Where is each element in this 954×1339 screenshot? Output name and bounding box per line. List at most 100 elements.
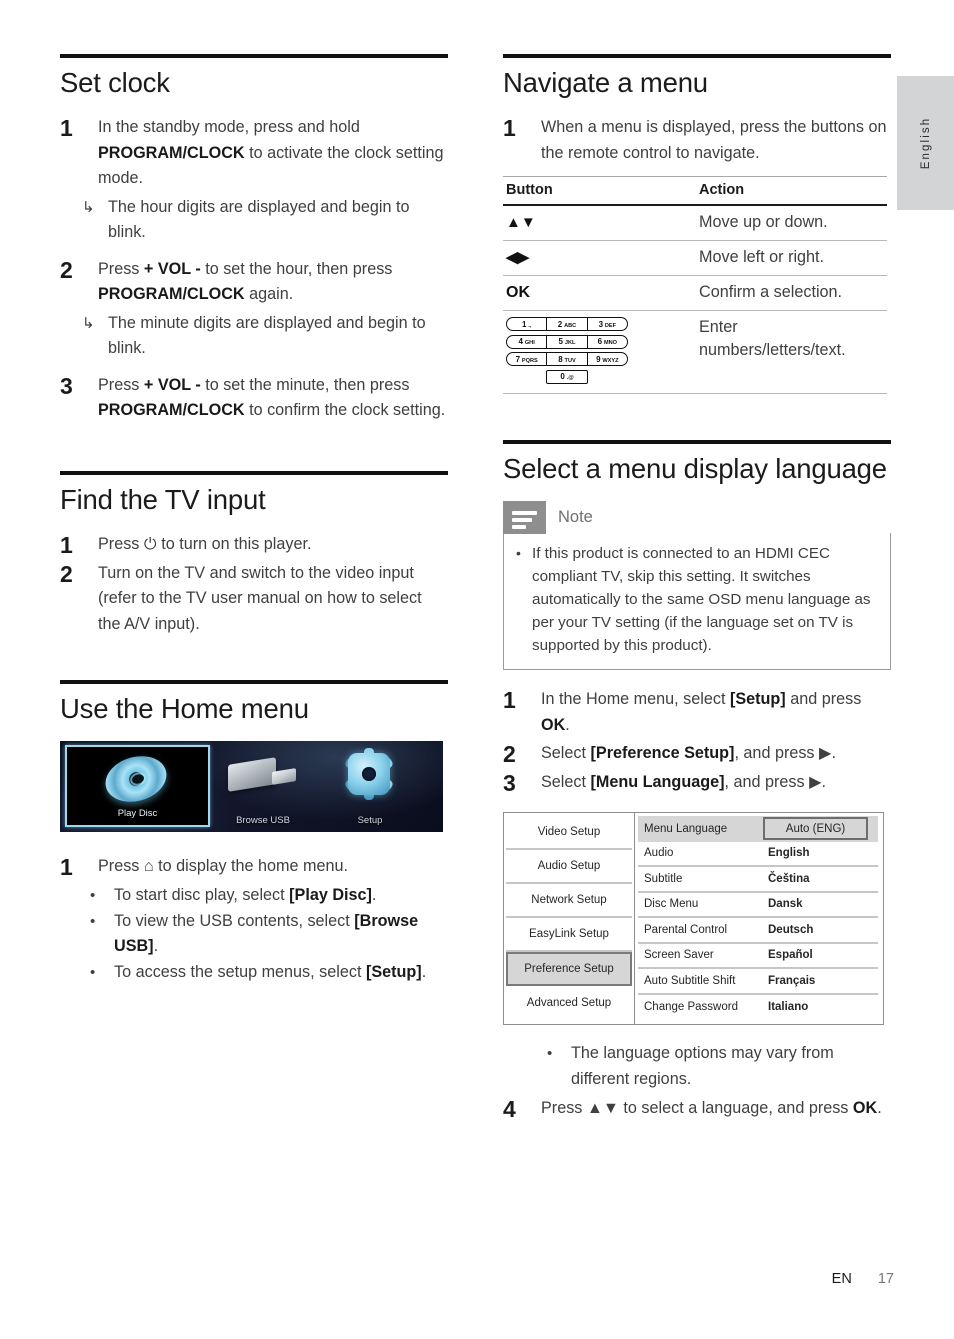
step-text: When a menu is displayed, press the butt… <box>541 118 887 162</box>
table-cell-action: Enter numbers/letters/text. <box>696 310 887 394</box>
step-item: 3 Press + VOL - to set the minute, then … <box>60 373 448 424</box>
footer-language-code: EN <box>831 1271 852 1287</box>
note-icon-line <box>512 511 537 515</box>
setup-option-row[interactable]: Parental Control Deutsch <box>638 918 878 944</box>
setup-option-name: Audio <box>644 847 674 860</box>
setup-option-name: Disc Menu <box>644 898 699 911</box>
section-rule <box>503 440 891 444</box>
step-number: 2 <box>60 256 73 283</box>
table-cell-action: Move left or right. <box>696 240 887 276</box>
step-item: 1 Press ⌂ to display the home menu. <box>60 854 448 880</box>
keypad-key: 2 ABC <box>547 318 588 330</box>
setup-option-value: Dansk <box>768 898 803 911</box>
page-title-find-tv-input: Find the TV input <box>60 483 266 515</box>
keypad-row: 7 PQRS 8 TUV 9 WXYZ <box>506 352 628 366</box>
step-item: 2 Select [Preference Setup], and press ▶… <box>503 741 891 767</box>
step-text: Press ▲▼ to select a language, and press… <box>541 1099 882 1117</box>
table-row: ◀▶ Move left or right. <box>503 240 887 276</box>
step-text: Turn on the TV and switch to the video i… <box>98 563 422 633</box>
page-title-set-clock: Set clock <box>60 67 170 98</box>
note-body: • If this product is connected to an HDM… <box>503 533 891 670</box>
setup-menu-item[interactable]: EasyLink Setup <box>506 918 632 952</box>
setup-left-menu: Video Setup Audio Setup Network Setup EasyL… <box>504 813 635 1024</box>
keypad-key: 3 DEF <box>598 319 617 329</box>
setup-option-row[interactable]: Change Password Italiano <box>638 995 878 1021</box>
setup-option-row[interactable]: Screen Saver Español <box>638 944 878 969</box>
step-item: 1 In the Home menu, select [Setup] and p… <box>503 687 891 738</box>
sub-arrow-item: ↳ The hour digits are displayed and begi… <box>60 195 448 246</box>
setup-option-row[interactable]: Menu Language Auto (ENG) <box>638 816 878 842</box>
setup-option-name: Auto Subtitle Shift <box>644 974 736 987</box>
home-tile-play-disc: Play Disc <box>65 745 210 827</box>
setup-option-value: Auto (ENG) <box>763 817 868 840</box>
note-item-text: If this product is connected to an HDMI … <box>532 545 871 654</box>
keypad-illustration: 1 ., 2 ABC 3 DEF 4 GHI 5 JKL 6 MNO 7 PQRS 8 T… <box>506 317 628 384</box>
step-item: 4 Press ▲▼ to select a language, and pre… <box>503 1096 891 1122</box>
bullet-item: • The language options may vary from dif… <box>503 1041 891 1092</box>
bullet-item: • To start disc play, select [Play Disc]… <box>60 883 448 909</box>
right-column: Navigate a menu 1 When a menu is display… <box>503 54 891 1125</box>
gear-hole <box>362 767 376 781</box>
setup-menu-item[interactable]: Preference Setup <box>506 952 632 986</box>
step-number: 1 <box>503 115 516 141</box>
table-cell-action: Move up or down. <box>696 205 887 241</box>
left-column: Set clock 1 In the standby mode, press a… <box>60 54 448 985</box>
section-find-tv-input: Find the TV input 1 Press ⏻ to turn on t… <box>60 470 448 638</box>
setup-menu-item[interactable]: Audio Setup <box>506 850 632 884</box>
table-row: OK Confirm a selection. <box>503 275 887 311</box>
step-number: 1 <box>60 115 73 141</box>
setup-menu-item[interactable]: Advanced Setup <box>506 986 632 1020</box>
usb-body <box>228 757 276 792</box>
step-item: 1 Press ⏻ to turn on this player. <box>60 532 448 558</box>
step-number: 3 <box>503 770 516 796</box>
setup-option-name: Parental Control <box>644 923 728 936</box>
setup-menu-item[interactable]: Video Setup <box>506 816 632 850</box>
step-text: In the Home menu, select [Setup] and pre… <box>541 690 862 734</box>
step-text: Select [Preference Setup], and press ▶. <box>541 744 836 762</box>
step-text: Press + VOL - to set the hour, then pres… <box>98 259 393 304</box>
keypad-key: 7 PQRS <box>507 353 548 365</box>
setup-option-row[interactable]: Subtitle Čeština <box>638 867 878 893</box>
section-select-menu-display-language: Select a menu display language Note • If… <box>503 440 891 1122</box>
bullet-item: • To access the setup menus, select [Set… <box>60 960 448 986</box>
note-item: • If this product is connected to an HDM… <box>516 542 876 657</box>
keypad-key: 9 WXYZ <box>596 354 619 364</box>
arrow-icon: ↳ <box>82 314 95 332</box>
setup-option-row[interactable]: Audio English <box>638 842 878 867</box>
setup-option-value: Français <box>768 974 816 987</box>
setup-right-list: Menu Language Auto (ENG) Audio English Subti… <box>635 813 883 1024</box>
section-navigate-a-menu: Navigate a menu 1 When a menu is display… <box>503 54 891 394</box>
keypad-key: 4 GHI <box>507 335 548 348</box>
step-number: 2 <box>503 741 516 767</box>
numeric-keypad-icon: 1 ., 2 ABC 3 DEF 4 GHI 5 JKL 6 MNO 7 PQRS 8 T… <box>503 310 696 394</box>
updown-arrows-icon: ▲▼ <box>503 205 696 241</box>
bullet-text: To access the setup menus, select [Setup… <box>114 962 427 981</box>
section-rule <box>60 470 448 475</box>
setup-menu-screenshot: Video Setup Audio Setup Network Setup EasyL… <box>503 812 884 1025</box>
table-header-button: Button <box>503 176 696 206</box>
bullet-dot-icon: • <box>516 545 521 561</box>
navigation-buttons-table: Button Action ▲▼ Move up or down. ◀▶ Mov… <box>503 176 887 394</box>
step-text: Press + VOL - to set the minute, then pr… <box>98 375 446 420</box>
bullet-dot-icon: • <box>90 887 96 904</box>
note-title: Note <box>558 508 593 526</box>
setup-option-row[interactable]: Auto Subtitle Shift Français <box>638 969 878 995</box>
step-item: 2 Press + VOL - to set the hour, then pr… <box>60 257 448 308</box>
setup-menu-item[interactable]: Network Setup <box>506 884 632 918</box>
keypad-key: 5 JKL <box>547 335 588 348</box>
setup-option-value: Español <box>768 949 813 962</box>
step-number: 1 <box>503 687 516 713</box>
page-footer: EN 17 <box>0 1271 954 1287</box>
bullet-dot-icon: • <box>547 1045 553 1062</box>
language-side-tab-label: English <box>919 116 932 170</box>
home-tile-play-disc-label: Play Disc <box>117 808 158 819</box>
table-header-action: Action <box>696 176 887 206</box>
note-icon-line <box>512 525 526 529</box>
step-number: 1 <box>60 854 73 880</box>
sub-arrow-item: ↳ The minute digits are displayed and be… <box>60 311 448 362</box>
leftright-arrows-icon: ◀▶ <box>503 240 696 276</box>
setup-option-value: Deutsch <box>768 923 814 936</box>
setup-option-value: Čeština <box>768 872 810 885</box>
setup-option-row[interactable]: Disc Menu Dansk <box>638 893 878 918</box>
setup-option-value: Italiano <box>768 1001 809 1014</box>
